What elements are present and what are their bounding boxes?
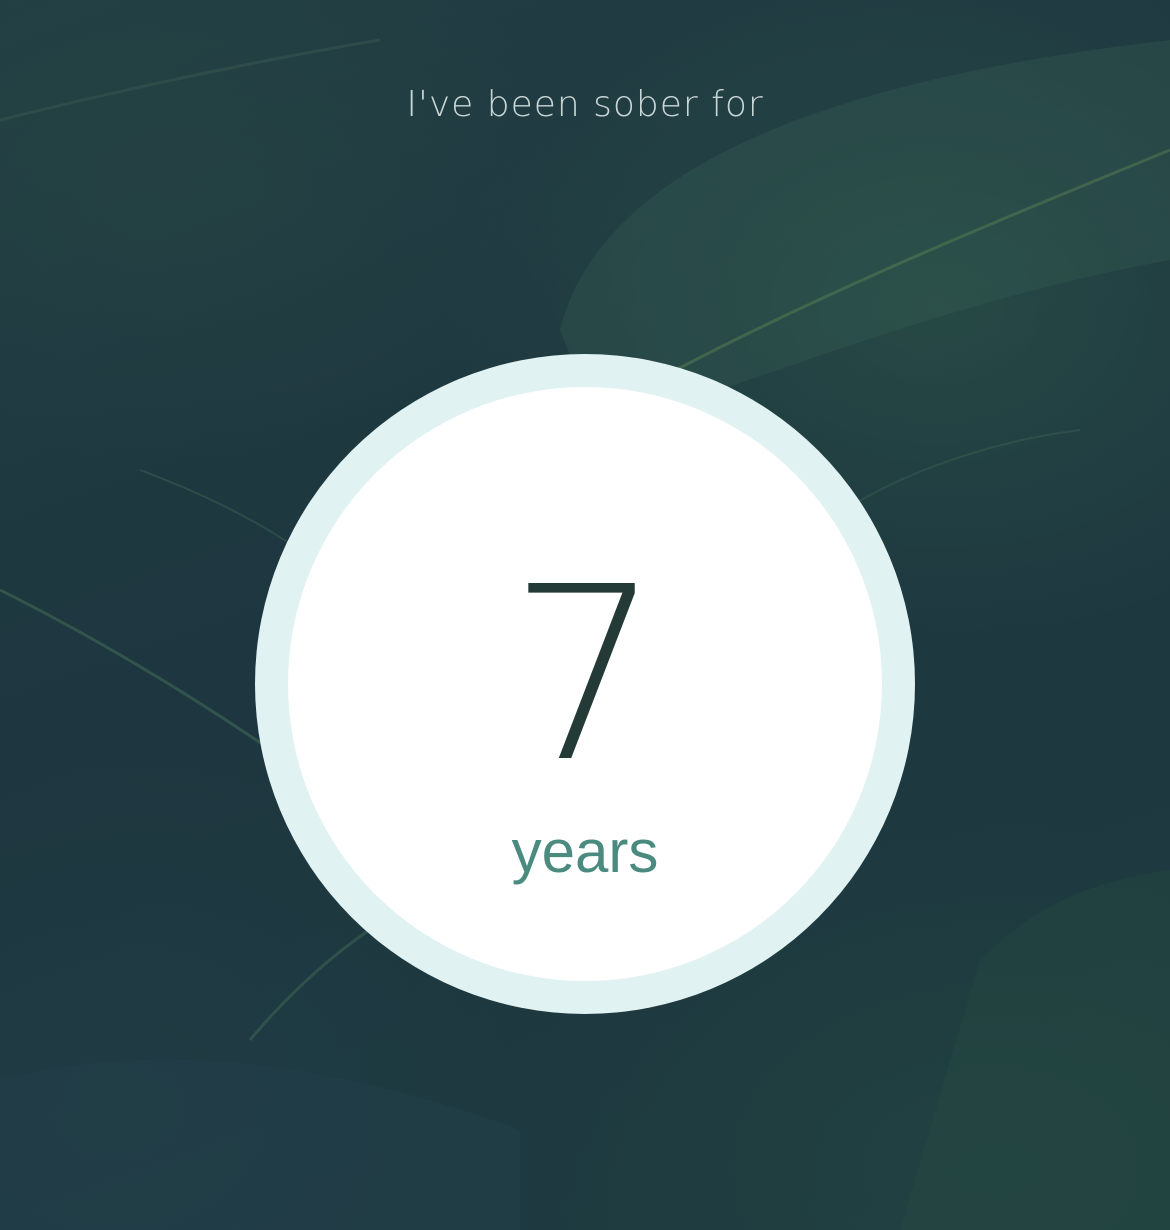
sobriety-counter-disc: 7 years — [288, 387, 882, 981]
sobriety-counter-ring: 7 years — [255, 354, 915, 1014]
sobriety-count-unit: years — [511, 818, 659, 885]
sobriety-count-value: 7 — [508, 535, 662, 815]
page-title: I've been sober for — [406, 84, 764, 125]
